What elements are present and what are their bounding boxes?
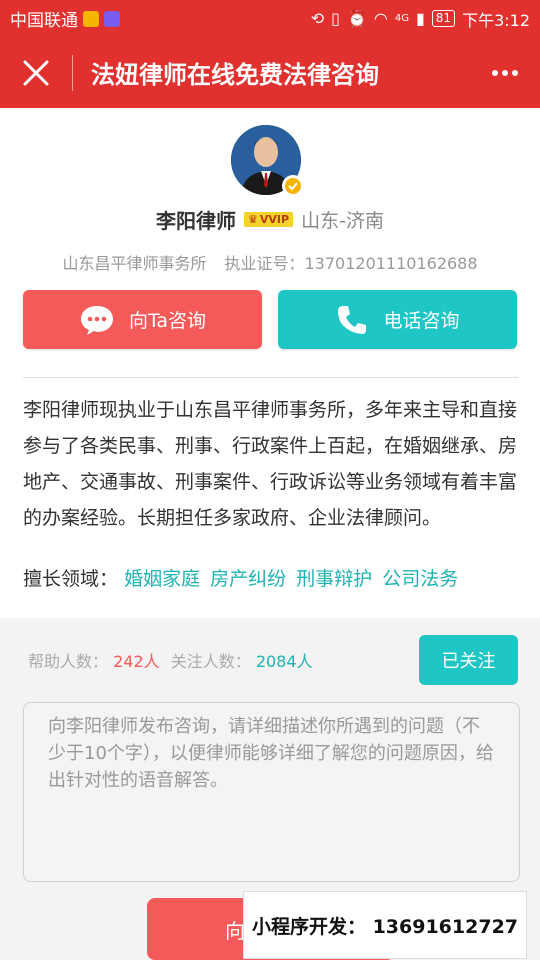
lawyer-intro: 李阳律师现执业于山东昌平律师事务所，多年来主导和直接参与了各类民事、刑事、行政案… xyxy=(23,399,518,529)
status-right: ⟲ ▯ ⏰ ◠ 4G ▮ 81 下午3:12 xyxy=(311,7,530,31)
stats-row: 帮助人数： 242人 关注人数： 2084人 xyxy=(28,648,313,672)
video-app-icon xyxy=(83,10,99,27)
specialty-tag[interactable]: 婚姻家庭 xyxy=(124,568,200,590)
name-row: 李阳律师 ♛ VVIP 山东-济南 xyxy=(0,204,540,234)
specialty-row: 擅长领域： 婚姻家庭 房产纠纷 刑事辩护 公司法务 xyxy=(23,564,523,591)
phone-button[interactable]: 电话咨询 xyxy=(278,290,517,349)
watermark-banner: 小程序开发： 13691612727 xyxy=(243,891,527,959)
region-text: 山东-济南 xyxy=(301,209,384,232)
phone-label: 电话咨询 xyxy=(383,310,460,332)
clock: 下午3:12 xyxy=(462,10,530,30)
license-number: 13701201110162688 xyxy=(304,254,478,273)
signal-icon: ▮ xyxy=(415,9,425,28)
more-dots-icon xyxy=(492,69,498,76)
crown-icon: ♛ xyxy=(248,212,258,226)
status-bar: 中国联通 ⟲ ▯ ⏰ ◠ 4G ▮ 81 下午3:12 xyxy=(0,0,540,37)
profile-card: 李阳律师 ♛ VVIP 山东-济南 山东昌平律师事务所 执业证号：13701201… xyxy=(0,108,540,618)
specialty-tag[interactable]: 房产纠纷 xyxy=(210,568,286,590)
license-label: 执业证号： xyxy=(224,254,305,273)
battery-icon: 81 xyxy=(431,10,456,27)
avatar[interactable] xyxy=(231,125,304,197)
carrier-text: 中国联通 xyxy=(10,11,78,31)
specialty-tag[interactable]: 公司法务 xyxy=(382,568,458,590)
specialty-tag[interactable]: 刑事辩护 xyxy=(296,568,372,590)
page-title: 法妞律师在线免费法律咨询 xyxy=(91,61,379,89)
firm-info: 山东昌平律师事务所 执业证号：13701201110162688 xyxy=(0,250,540,274)
baidu-app-icon xyxy=(104,10,120,27)
vvip-text: VVIP xyxy=(259,212,290,226)
help-label: 帮助人数： xyxy=(28,652,109,671)
consult-button[interactable]: 向Ta咨询 xyxy=(23,290,262,349)
follow-button[interactable]: 已关注 xyxy=(419,635,518,685)
chat-bubble-icon xyxy=(80,305,113,335)
consult-label: 向Ta咨询 xyxy=(128,310,207,332)
more-dot xyxy=(512,69,518,76)
divider xyxy=(23,377,518,378)
status-left: 中国联通 xyxy=(10,6,120,31)
wifi-icon: ◠ xyxy=(373,9,388,28)
alarm-icon: ⏰ xyxy=(346,9,367,28)
vibrate-icon: ▯ xyxy=(331,9,340,28)
vvip-badge: ♛ VVIP xyxy=(244,211,294,227)
sync-icon: ⟲ xyxy=(310,9,325,28)
question-input[interactable] xyxy=(23,702,520,882)
specialty-label: 擅长领域： xyxy=(23,568,119,590)
more-button[interactable] xyxy=(470,37,540,108)
more-dot xyxy=(502,69,508,76)
close-icon xyxy=(23,60,49,85)
verified-icon xyxy=(282,175,304,197)
help-count: 242人 xyxy=(113,652,160,671)
follow-count: 2084人 xyxy=(255,652,313,671)
follow-label: 关注人数： xyxy=(170,652,251,671)
phone-icon xyxy=(338,305,367,334)
nav-bar: 法妞律师在线免费法律咨询 xyxy=(0,37,540,108)
network-type: 4G xyxy=(394,13,409,24)
close-button[interactable] xyxy=(0,37,72,108)
firm-name: 山东昌平律师事务所 xyxy=(62,254,207,273)
lawyer-name: 李阳律师 xyxy=(156,208,237,233)
